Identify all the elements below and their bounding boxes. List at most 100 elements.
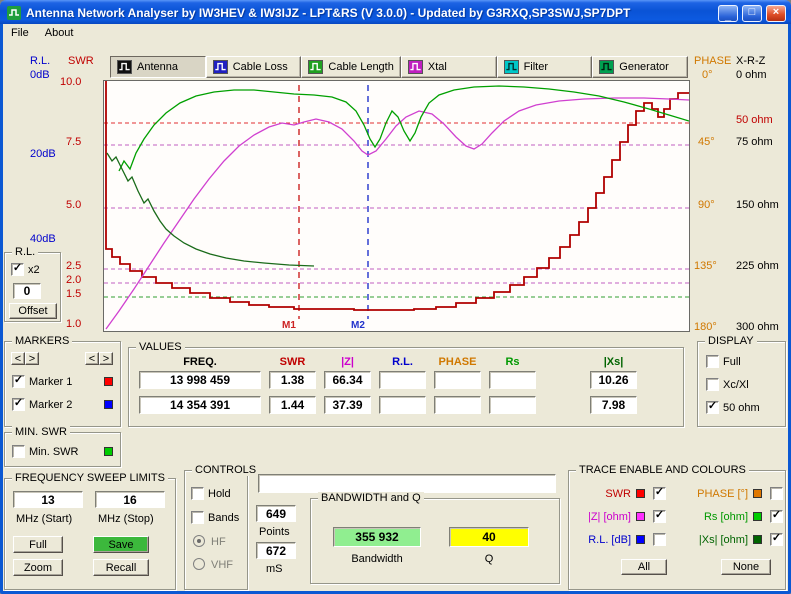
- min-swr-checkbox[interactable]: [12, 445, 25, 458]
- freq-zoom-button[interactable]: Zoom: [13, 559, 63, 576]
- rl-offset-input[interactable]: [13, 283, 41, 299]
- vhf-radio[interactable]: [193, 558, 205, 570]
- marker1-prev-button[interactable]: <: [11, 352, 25, 365]
- axis-phase-180: 180°: [694, 321, 717, 333]
- marker1-next-button[interactable]: >: [25, 352, 39, 365]
- close-button[interactable]: ×: [766, 5, 786, 22]
- menu-file[interactable]: File: [3, 25, 37, 41]
- col-header-rs: Rs: [489, 356, 536, 368]
- trace-xs-checkbox[interactable]: [770, 533, 783, 546]
- trace-xs-color-swatch: [753, 535, 762, 544]
- trace-all-button[interactable]: All: [621, 559, 667, 575]
- axis-ohm-225: 225 ohm: [736, 260, 779, 272]
- m1-swr-value: 1.38: [269, 371, 316, 389]
- controls-caption: CONTROLS: [192, 464, 259, 476]
- marker1-checkbox[interactable]: [12, 375, 25, 388]
- col-header-xs: |Xs|: [590, 356, 637, 368]
- tab-cable-length[interactable]: Cable Length: [301, 56, 400, 78]
- maximize-button[interactable]: □: [742, 5, 762, 22]
- app-window: Antenna Network Analyser by IW3HEV & IW3…: [0, 0, 791, 594]
- filter-waveform-icon: [504, 60, 519, 74]
- message-input[interactable]: [258, 474, 556, 493]
- menu-about[interactable]: About: [37, 25, 82, 41]
- freq-stop-label: MHz (Stop): [98, 513, 154, 525]
- freq-stop-input[interactable]: [95, 491, 165, 508]
- values-group: VALUES FREQ. SWR |Z| R.L. PHASE Rs |Xs| …: [128, 347, 684, 427]
- axis-swr-1-5: 1.5: [66, 288, 81, 300]
- trace-swr-checkbox[interactable]: [653, 487, 666, 500]
- freq-start-input[interactable]: [13, 491, 83, 508]
- hf-radio[interactable]: [193, 535, 205, 547]
- trace-none-button[interactable]: None: [721, 559, 771, 575]
- hold-label: Hold: [208, 488, 231, 500]
- min-swr-caption: MIN. SWR: [12, 426, 70, 438]
- cable-loss-waveform-icon: [213, 60, 228, 74]
- trace-phase-checkbox[interactable]: [770, 487, 783, 500]
- axis-ohm-50: 50 ohm: [736, 114, 773, 126]
- axis-ohm-0: 0 ohm: [736, 69, 767, 81]
- trace-rs-checkbox[interactable]: [770, 510, 783, 523]
- marker2-color-swatch: [104, 400, 113, 409]
- display-50ohm-checkbox[interactable]: [706, 401, 719, 414]
- trace-|Z|: [106, 98, 689, 329]
- chart-svg: M1M2: [104, 81, 689, 331]
- axis-phase-header: PHASE: [694, 55, 731, 67]
- markers-caption: MARKERS: [12, 335, 72, 347]
- marker-label-M1: M1: [282, 320, 296, 331]
- tab-xtal[interactable]: Xtal: [401, 56, 497, 78]
- display-xcxl-checkbox[interactable]: [706, 378, 719, 391]
- tab-cable-loss[interactable]: Cable Loss: [206, 56, 302, 78]
- m1-phase-value: [434, 371, 481, 389]
- tab-filter[interactable]: Filter: [497, 56, 593, 78]
- trace-SWR: [106, 81, 689, 310]
- freq-full-button[interactable]: Full: [13, 536, 63, 553]
- offset-button[interactable]: Offset: [9, 303, 57, 319]
- freq-sweep-group: FREQUENCY SWEEP LIMITS MHz (Start) MHz (…: [4, 478, 176, 590]
- freq-sweep-caption: FREQUENCY SWEEP LIMITS: [12, 472, 168, 484]
- axis-swr-header: SWR: [68, 55, 94, 67]
- axis-rl-header: R.L.: [30, 55, 50, 67]
- menu-bar: File About: [3, 24, 788, 42]
- m1-rs-value: [489, 371, 536, 389]
- m1-rl-value: [379, 371, 426, 389]
- tab-generator[interactable]: Generator: [592, 56, 688, 78]
- trace-rs-color-swatch: [753, 512, 762, 521]
- freq-start-label: MHz (Start): [16, 513, 72, 525]
- title-bar: Antenna Network Analyser by IW3HEV & IW3…: [0, 0, 791, 24]
- marker2-label: Marker 2: [29, 399, 72, 411]
- tab-antenna[interactable]: Antenna: [110, 56, 206, 78]
- axis-swr-7-5: 7.5: [66, 136, 81, 148]
- window-title: Antenna Network Analyser by IW3HEV & IW3…: [26, 6, 714, 20]
- trace-enable-group: TRACE ENABLE AND COLOURS SWR PHASE [°] |…: [568, 470, 786, 590]
- vhf-label: VHF: [211, 559, 233, 571]
- marker2-prev-button[interactable]: <: [85, 352, 99, 365]
- x2-checkbox[interactable]: [11, 263, 24, 276]
- marker2-checkbox[interactable]: [12, 398, 25, 411]
- freq-save-button[interactable]: Save: [93, 536, 149, 553]
- trace-xs-label: |Xs| [ohm]: [672, 534, 748, 546]
- axis-xrz-header: X-R-Z: [736, 55, 765, 67]
- display-full-checkbox[interactable]: [706, 355, 719, 368]
- axis-phase-45: 45°: [698, 136, 715, 148]
- tab-filter-label: Filter: [524, 61, 548, 73]
- xtal-waveform-icon: [408, 60, 423, 74]
- display-full-label: Full: [723, 356, 741, 368]
- display-group: DISPLAY Full Xc/Xl 50 ohm: [697, 341, 786, 427]
- trace-z-checkbox[interactable]: [653, 510, 666, 523]
- marker2-next-button[interactable]: >: [99, 352, 113, 365]
- minimize-button[interactable]: _: [718, 5, 738, 22]
- hold-checkbox[interactable]: [191, 487, 204, 500]
- x2-label: x2: [28, 264, 40, 276]
- tab-cable-length-label: Cable Length: [328, 61, 393, 73]
- min-swr-label: Min. SWR: [29, 446, 79, 458]
- bands-checkbox[interactable]: [191, 511, 204, 524]
- markers-group: MARKERS < > < > Marker 1 Marker 2: [4, 341, 121, 427]
- trace-z-label: |Z| [ohm]: [573, 511, 631, 523]
- rl-group-caption: R.L.: [12, 246, 38, 258]
- m1-z-value: 66.34: [324, 371, 371, 389]
- bands-label: Bands: [208, 512, 239, 524]
- marker1-label: Marker 1: [29, 376, 72, 388]
- freq-recall-button[interactable]: Recall: [93, 559, 149, 576]
- q-value: 40: [449, 527, 529, 547]
- trace-rl-checkbox[interactable]: [653, 533, 666, 546]
